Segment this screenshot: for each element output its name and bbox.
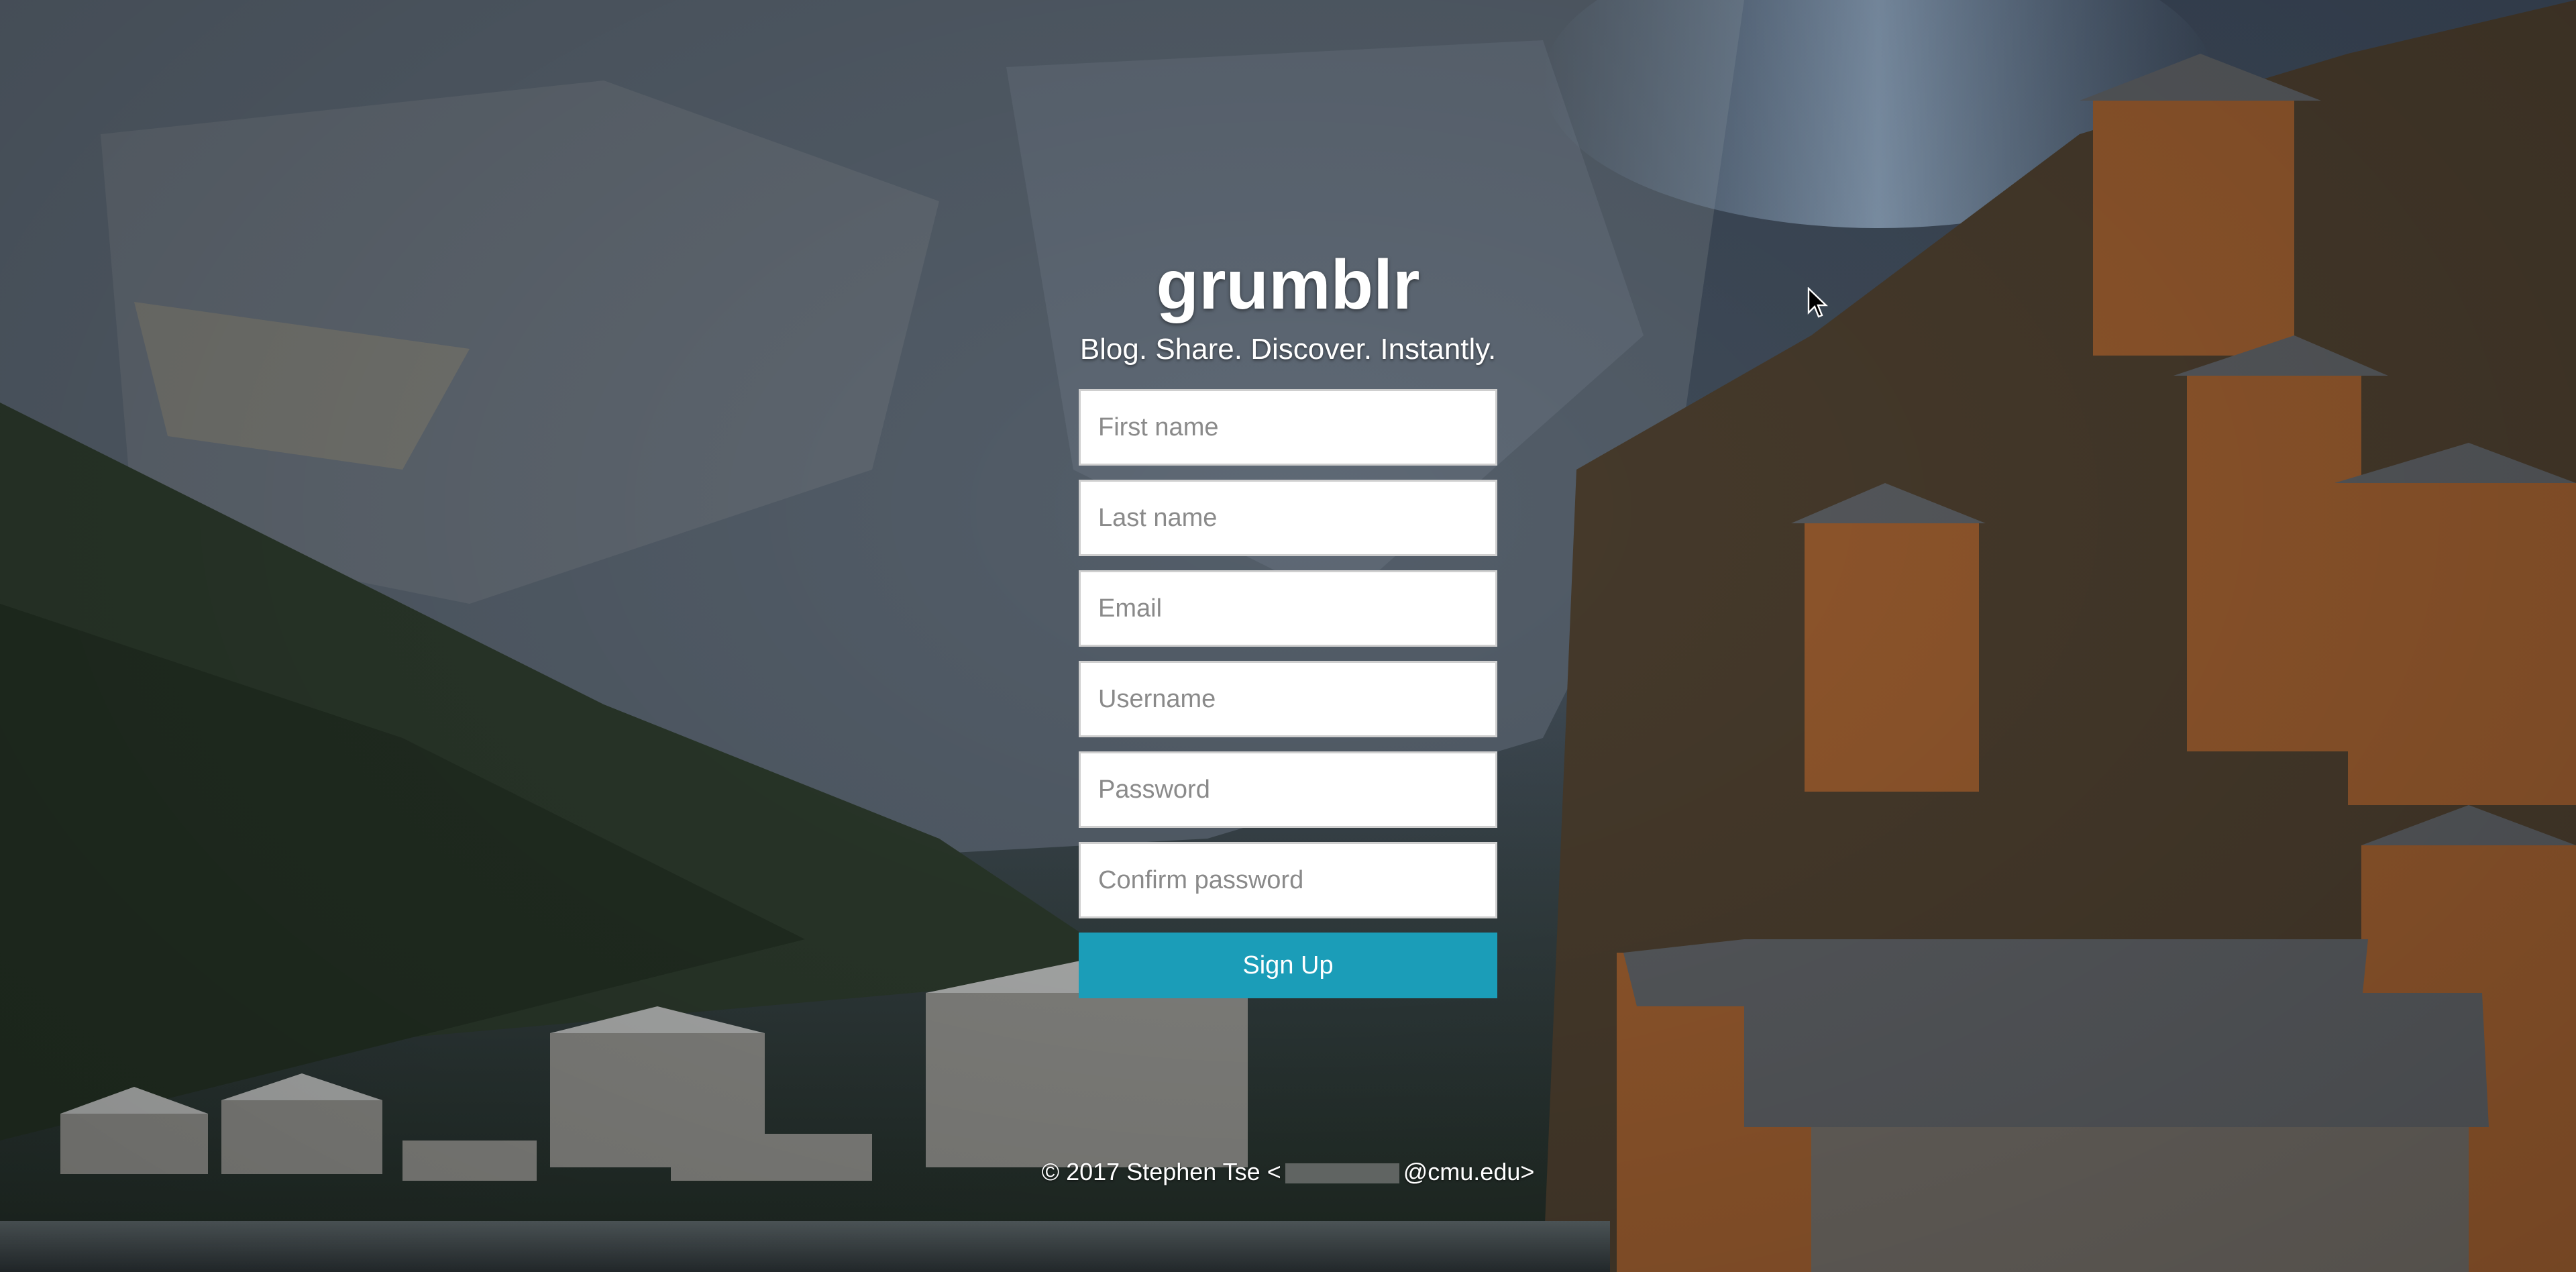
mouse-pointer-icon — [1807, 286, 1829, 323]
signup-panel: grumblr Blog. Share. Discover. Instantly… — [1079, 242, 1497, 998]
username-input[interactable] — [1079, 661, 1497, 737]
signup-form: Sign Up — [1079, 389, 1497, 998]
password-input[interactable] — [1079, 751, 1497, 828]
site-title: grumblr — [1156, 246, 1420, 324]
confirm-password-input[interactable] — [1079, 842, 1497, 918]
first-name-input[interactable] — [1079, 389, 1497, 466]
site-tagline: Blog. Share. Discover. Instantly. — [1079, 333, 1497, 366]
redacted-email-block — [1285, 1163, 1399, 1184]
footer: © 2017 Stephen Tse < @cmu.edu> — [0, 1158, 2576, 1186]
copyright-text: © 2017 Stephen Tse < — [1041, 1158, 1281, 1185]
email-domain-text: @cmu.edu> — [1403, 1158, 1535, 1185]
background-photo: grumblr Blog. Share. Discover. Instantly… — [0, 0, 2576, 1272]
sign-up-button[interactable]: Sign Up — [1079, 933, 1497, 998]
last-name-input[interactable] — [1079, 480, 1497, 556]
email-input[interactable] — [1079, 570, 1497, 647]
